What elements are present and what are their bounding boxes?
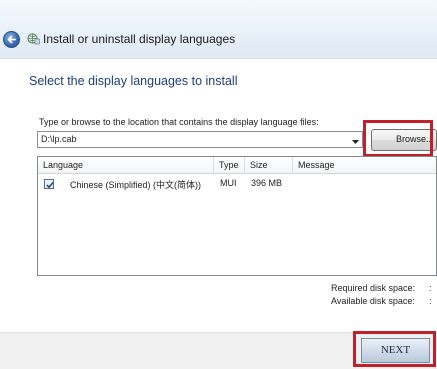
title-bar: Install or uninstall display languages — [0, 0, 437, 59]
list-header: Language Type Size Message — [38, 157, 436, 174]
language-list[interactable]: Language Type Size Message Chinese (Simp… — [37, 156, 437, 276]
highlight-box-next — [353, 331, 436, 367]
language-name: Chinese (Simplified) (中文(简体)) — [70, 180, 202, 190]
page-heading: Select the display languages to install — [29, 74, 238, 88]
language-checkbox[interactable] — [44, 179, 54, 189]
dropdown-arrow-icon[interactable] — [352, 137, 359, 147]
globe-icon — [27, 32, 40, 45]
window-title: Install or uninstall display languages — [43, 32, 236, 46]
column-header-type[interactable]: Type — [214, 157, 245, 173]
path-input-value[interactable]: D:\lp.cab — [41, 134, 77, 144]
required-disk-space-label: Required disk space: — [331, 283, 416, 293]
column-header-language[interactable]: Language — [38, 157, 214, 173]
column-header-size[interactable]: Size — [245, 157, 293, 173]
language-size: 396 MB — [251, 178, 283, 188]
required-disk-space-value: : — [429, 283, 432, 293]
highlight-box-browse — [363, 120, 433, 157]
path-label: Type or browse to the location that cont… — [39, 117, 319, 127]
back-arrow-icon[interactable] — [3, 31, 20, 48]
column-header-message[interactable]: Message — [293, 157, 436, 173]
available-disk-space-value: : — [429, 296, 432, 306]
language-type: MUI — [220, 178, 237, 188]
path-combo-box[interactable]: D:\lp.cab — [37, 131, 363, 148]
available-disk-space-label: Available disk space: — [331, 296, 415, 306]
list-item[interactable]: Chinese (Simplified) (中文(简体)) MUI 396 MB — [38, 175, 436, 192]
